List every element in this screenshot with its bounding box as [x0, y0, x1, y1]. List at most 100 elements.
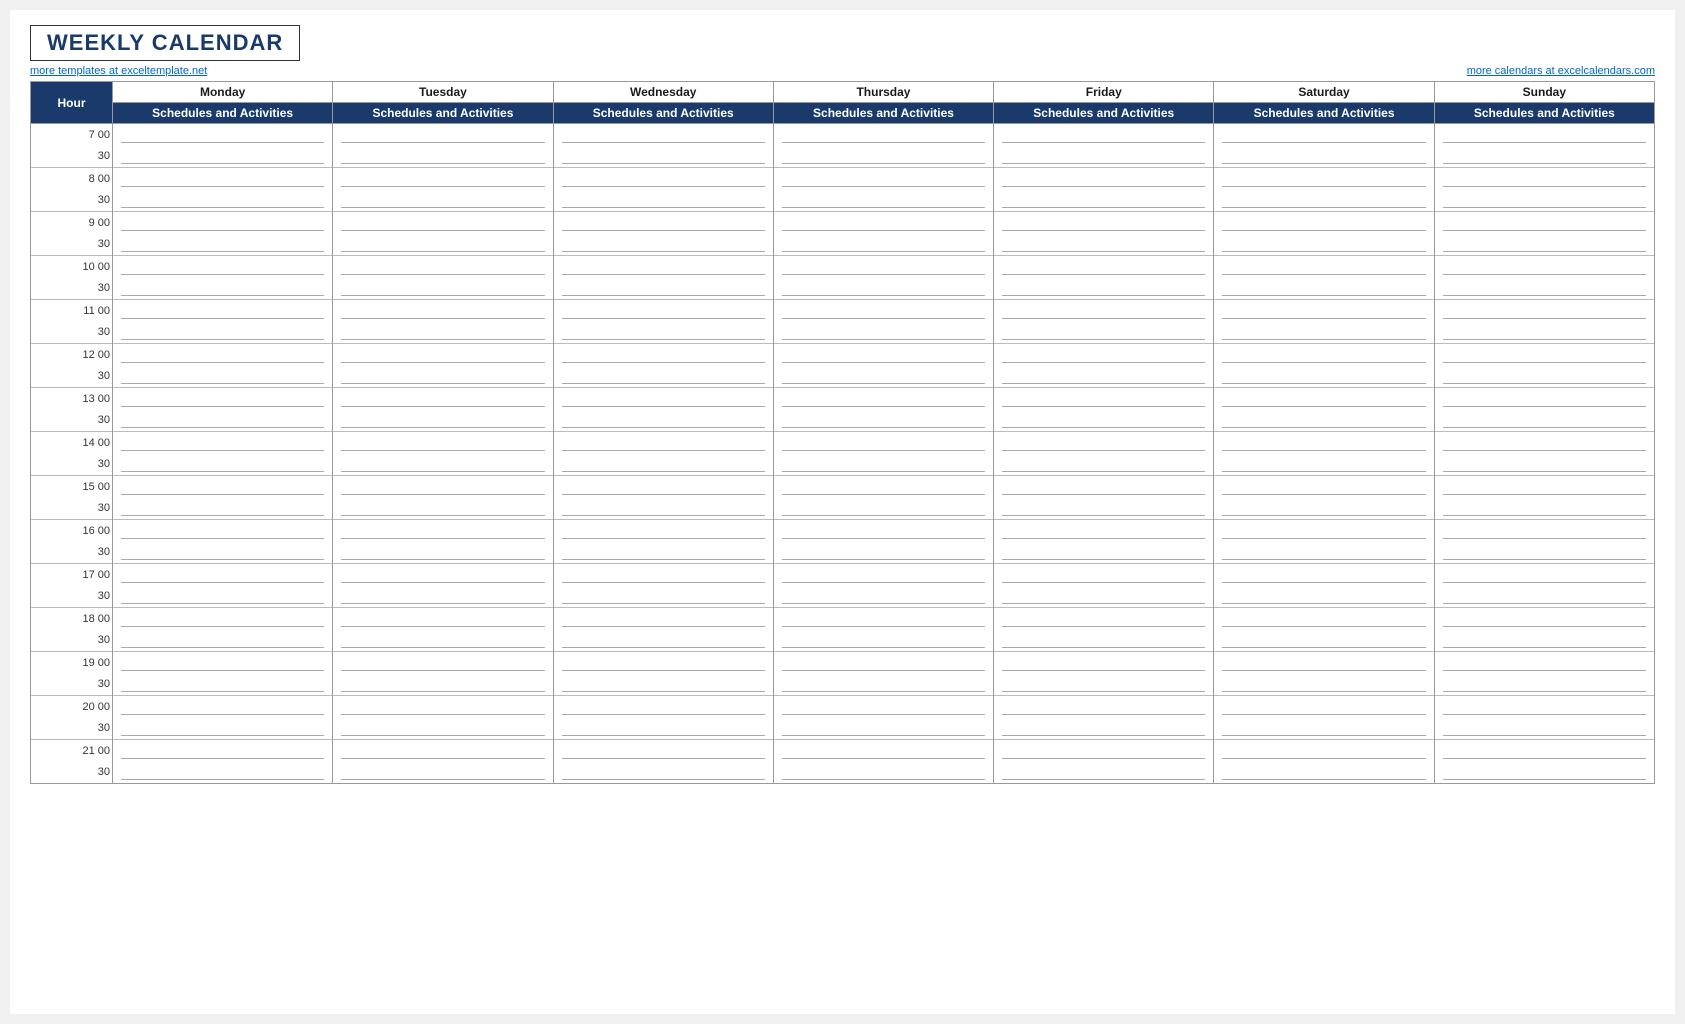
schedule-cell[interactable] — [113, 212, 333, 234]
schedule-cell[interactable] — [333, 542, 553, 564]
schedule-cell[interactable] — [1214, 366, 1434, 388]
schedule-cell[interactable] — [333, 696, 553, 718]
schedule-cell[interactable] — [553, 630, 773, 652]
schedule-cell[interactable] — [333, 630, 553, 652]
schedule-cell[interactable] — [553, 696, 773, 718]
schedule-cell[interactable] — [333, 146, 553, 168]
schedule-cell[interactable] — [1214, 608, 1434, 630]
schedule-cell[interactable] — [333, 168, 553, 190]
schedule-cell[interactable] — [1434, 168, 1654, 190]
schedule-cell[interactable] — [553, 234, 773, 256]
schedule-cell[interactable] — [1434, 696, 1654, 718]
schedule-cell[interactable] — [1214, 410, 1434, 432]
schedule-cell[interactable] — [113, 454, 333, 476]
schedule-cell[interactable] — [553, 542, 773, 564]
schedule-cell[interactable] — [1214, 520, 1434, 542]
schedule-cell[interactable] — [994, 740, 1214, 762]
schedule-cell[interactable] — [113, 476, 333, 498]
schedule-cell[interactable] — [1214, 212, 1434, 234]
schedule-cell[interactable] — [1434, 366, 1654, 388]
schedule-cell[interactable] — [553, 564, 773, 586]
schedule-cell[interactable] — [1214, 718, 1434, 740]
schedule-cell[interactable] — [994, 322, 1214, 344]
schedule-cell[interactable] — [113, 278, 333, 300]
schedule-cell[interactable] — [773, 256, 993, 278]
schedule-cell[interactable] — [773, 498, 993, 520]
schedule-cell[interactable] — [1214, 278, 1434, 300]
schedule-cell[interactable] — [773, 740, 993, 762]
schedule-cell[interactable] — [1214, 388, 1434, 410]
schedule-cell[interactable] — [113, 630, 333, 652]
schedule-cell[interactable] — [773, 366, 993, 388]
schedule-cell[interactable] — [333, 322, 553, 344]
schedule-cell[interactable] — [1434, 476, 1654, 498]
schedule-cell[interactable] — [553, 718, 773, 740]
schedule-cell[interactable] — [113, 740, 333, 762]
schedule-cell[interactable] — [1434, 432, 1654, 454]
schedule-cell[interactable] — [553, 366, 773, 388]
schedule-cell[interactable] — [333, 256, 553, 278]
schedule-cell[interactable] — [1214, 542, 1434, 564]
schedule-cell[interactable] — [994, 762, 1214, 784]
schedule-cell[interactable] — [113, 586, 333, 608]
schedule-cell[interactable] — [1214, 498, 1434, 520]
schedule-cell[interactable] — [1434, 542, 1654, 564]
schedule-cell[interactable] — [994, 190, 1214, 212]
schedule-cell[interactable] — [113, 146, 333, 168]
schedule-cell[interactable] — [113, 520, 333, 542]
schedule-cell[interactable] — [553, 278, 773, 300]
schedule-cell[interactable] — [773, 344, 993, 366]
schedule-cell[interactable] — [773, 520, 993, 542]
schedule-cell[interactable] — [113, 234, 333, 256]
schedule-cell[interactable] — [994, 344, 1214, 366]
schedule-cell[interactable] — [1434, 256, 1654, 278]
schedule-cell[interactable] — [113, 124, 333, 146]
schedule-cell[interactable] — [1214, 762, 1434, 784]
schedule-cell[interactable] — [1214, 168, 1434, 190]
schedule-cell[interactable] — [113, 322, 333, 344]
schedule-cell[interactable] — [773, 410, 993, 432]
schedule-cell[interactable] — [333, 388, 553, 410]
schedule-cell[interactable] — [333, 190, 553, 212]
schedule-cell[interactable] — [333, 586, 553, 608]
schedule-cell[interactable] — [113, 718, 333, 740]
schedule-cell[interactable] — [994, 674, 1214, 696]
schedule-cell[interactable] — [1214, 674, 1434, 696]
schedule-cell[interactable] — [1434, 718, 1654, 740]
schedule-cell[interactable] — [1434, 278, 1654, 300]
schedule-cell[interactable] — [773, 124, 993, 146]
schedule-cell[interactable] — [1214, 234, 1434, 256]
schedule-cell[interactable] — [553, 146, 773, 168]
schedule-cell[interactable] — [773, 564, 993, 586]
schedule-cell[interactable] — [1214, 256, 1434, 278]
schedule-cell[interactable] — [1214, 652, 1434, 674]
schedule-cell[interactable] — [333, 476, 553, 498]
schedule-cell[interactable] — [1214, 124, 1434, 146]
schedule-cell[interactable] — [994, 476, 1214, 498]
schedule-cell[interactable] — [1434, 586, 1654, 608]
schedule-cell[interactable] — [333, 762, 553, 784]
schedule-cell[interactable] — [333, 124, 553, 146]
schedule-cell[interactable] — [333, 520, 553, 542]
schedule-cell[interactable] — [1434, 234, 1654, 256]
schedule-cell[interactable] — [1214, 586, 1434, 608]
schedule-cell[interactable] — [994, 388, 1214, 410]
schedule-cell[interactable] — [113, 256, 333, 278]
schedule-cell[interactable] — [1214, 696, 1434, 718]
schedule-cell[interactable] — [1434, 740, 1654, 762]
schedule-cell[interactable] — [994, 542, 1214, 564]
schedule-cell[interactable] — [553, 608, 773, 630]
schedule-cell[interactable] — [773, 476, 993, 498]
schedule-cell[interactable] — [333, 454, 553, 476]
schedule-cell[interactable] — [113, 190, 333, 212]
schedule-cell[interactable] — [1214, 630, 1434, 652]
schedule-cell[interactable] — [994, 608, 1214, 630]
schedule-cell[interactable] — [113, 432, 333, 454]
schedule-cell[interactable] — [333, 344, 553, 366]
schedule-cell[interactable] — [1214, 300, 1434, 322]
schedule-cell[interactable] — [1434, 146, 1654, 168]
schedule-cell[interactable] — [1434, 652, 1654, 674]
schedule-cell[interactable] — [773, 278, 993, 300]
schedule-cell[interactable] — [1434, 212, 1654, 234]
schedule-cell[interactable] — [1434, 190, 1654, 212]
